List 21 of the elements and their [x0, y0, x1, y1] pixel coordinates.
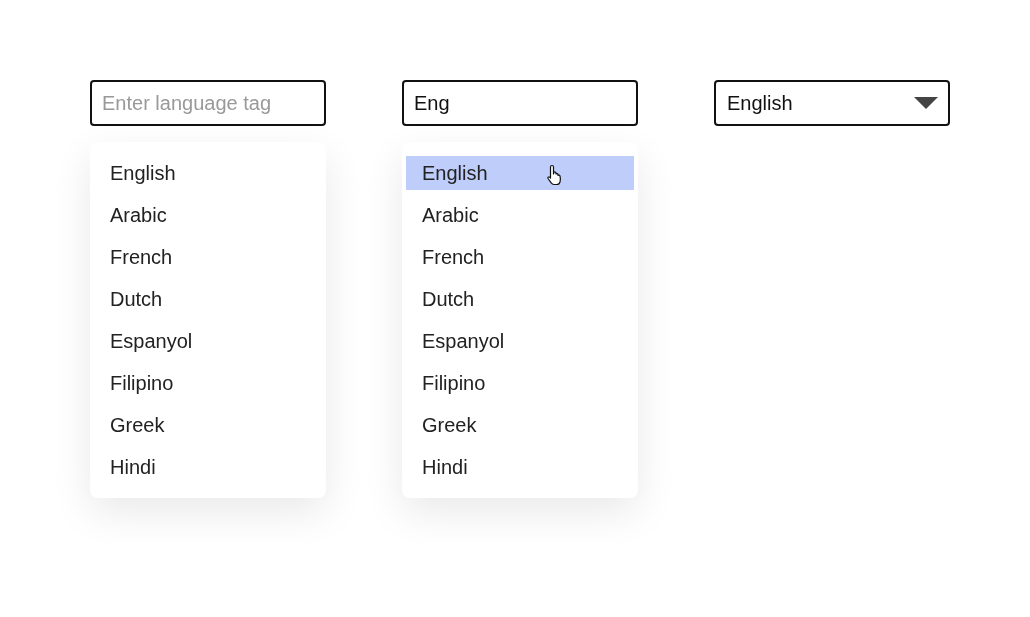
language-option[interactable]: French	[402, 240, 638, 274]
language-select[interactable]: English	[714, 80, 950, 126]
language-option[interactable]: Filipino	[90, 366, 326, 400]
language-option[interactable]: Hindi	[90, 450, 326, 484]
language-option[interactable]: French	[90, 240, 326, 274]
language-option[interactable]: Arabic	[402, 198, 638, 232]
language-option[interactable]: Hindi	[402, 450, 638, 484]
language-option[interactable]: Filipino	[402, 366, 638, 400]
language-option[interactable]: Espanyol	[90, 324, 326, 358]
search-field[interactable]: Enter language tag	[90, 80, 326, 126]
language-option[interactable]: English	[90, 156, 326, 190]
caret-icon	[914, 97, 938, 109]
language-option[interactable]: Greek	[402, 408, 638, 442]
hand-cursor-icon	[546, 164, 564, 186]
language-option[interactable]: English	[406, 156, 634, 190]
language-option[interactable]: Arabic	[90, 198, 326, 232]
language-option[interactable]: Dutch	[402, 282, 638, 316]
language-option[interactable]: Espanyol	[402, 324, 638, 358]
search-field[interactable]: Eng	[402, 80, 638, 126]
language-option[interactable]: Dutch	[90, 282, 326, 316]
language-option[interactable]: Greek	[90, 408, 326, 442]
